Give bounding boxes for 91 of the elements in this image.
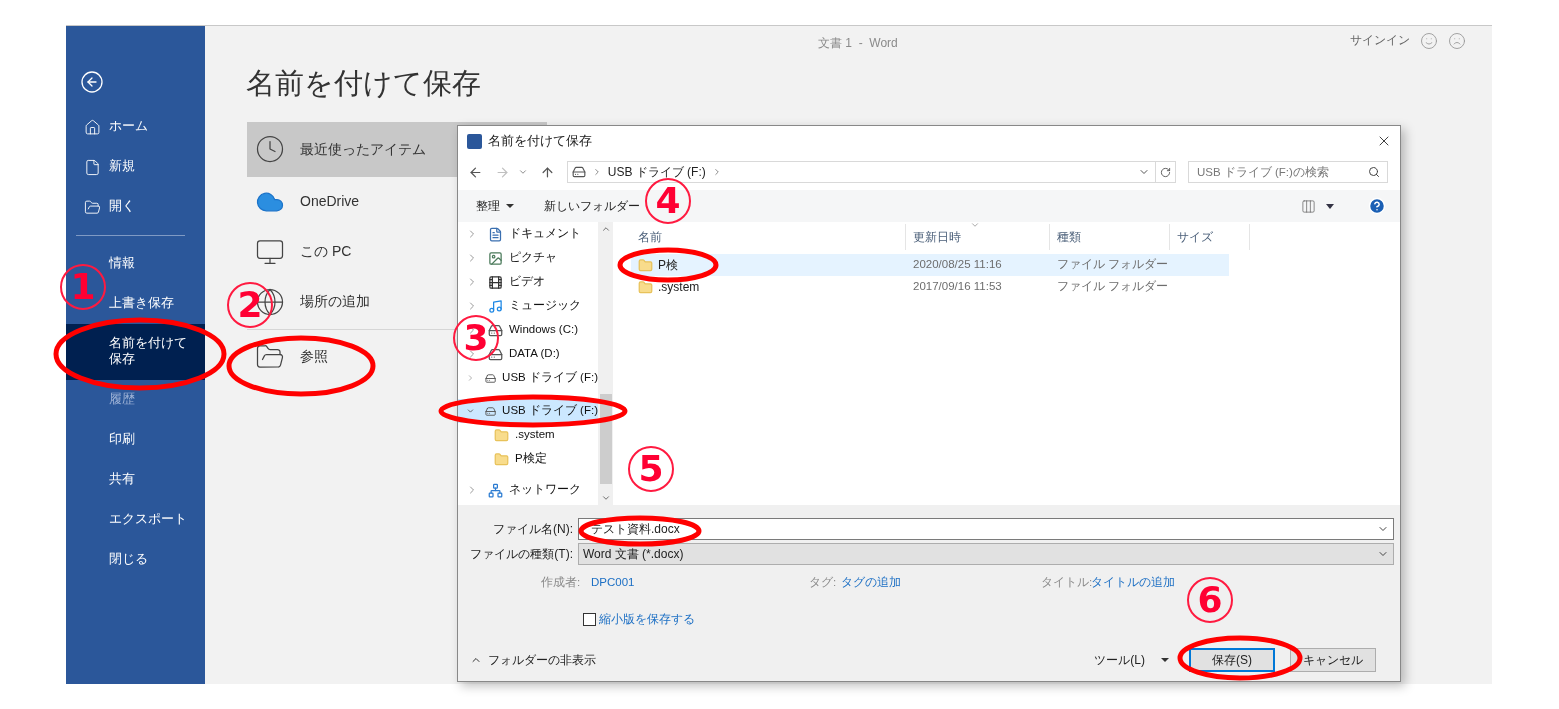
caret-icon[interactable] (1326, 203, 1334, 209)
file-icon (84, 158, 101, 176)
file-row[interactable]: .system 2017/09/16 11:53 ファイル フォルダー (631, 276, 1229, 298)
column-header[interactable]: 種類 (1050, 224, 1170, 250)
file-name-label: ファイル名(N): (492, 521, 574, 538)
folder-icon (638, 279, 653, 295)
file-type: ファイル フォルダー (1056, 279, 1170, 295)
property-label: タイトル: (1041, 575, 1091, 590)
drive-icon (488, 346, 503, 362)
sidebar-item[interactable]: 印刷 (109, 432, 135, 448)
nav-item[interactable]: ピクチャ (509, 249, 557, 267)
sidebar-item[interactable]: エクスポート (109, 512, 187, 528)
property-label: タグ: (809, 575, 838, 590)
step-number: 1 (60, 264, 106, 310)
property-value[interactable]: タグの追加 (841, 574, 1041, 592)
checkbox[interactable] (583, 612, 596, 626)
search-icon (1368, 166, 1380, 178)
sidebar-item[interactable]: ホーム (109, 119, 148, 135)
sidebar-item[interactable]: 共有 (109, 472, 135, 488)
sign-in-link[interactable]: サインイン (1350, 32, 1410, 50)
smiley-icon[interactable] (1420, 32, 1438, 50)
home-icon (84, 118, 101, 136)
frown-icon[interactable] (1448, 32, 1466, 50)
address-bar[interactable]: USB ドライブ (F:) (566, 161, 1176, 183)
document-title: 文書 1 - Word (818, 35, 898, 52)
nav-item[interactable]: ネットワーク (509, 481, 581, 499)
sidebar-item[interactable]: 新規 (109, 159, 135, 175)
picture-icon (488, 250, 503, 266)
file-name-field[interactable]: テスト資料.docx (578, 518, 1394, 540)
file-type-select[interactable]: Word 文書 (*.docx) (578, 543, 1394, 565)
back-icon[interactable] (468, 164, 483, 180)
sidebar-item[interactable]: 上書き保存 (109, 296, 174, 312)
dialog-button[interactable]: キャンセル (1290, 648, 1376, 673)
up-icon[interactable] (539, 164, 555, 180)
step-number: 4 (645, 178, 691, 224)
sidebar-item[interactable]: 名前を付けて保存 (66, 324, 205, 380)
scroll-down-icon[interactable] (600, 493, 611, 503)
modified-date: 2020/08/25 11:16 (912, 257, 1003, 273)
caret-icon (506, 204, 514, 208)
nav-item[interactable]: .system (515, 426, 555, 444)
sidebar-item[interactable]: 開く (109, 199, 135, 215)
step-number: 5 (628, 446, 674, 492)
document-icon (488, 226, 503, 242)
view-options-icon[interactable] (1301, 198, 1316, 214)
organize-menu[interactable]: 整理 (476, 197, 514, 215)
folder-icon (494, 451, 509, 467)
property-value[interactable]: DPC001 (591, 574, 809, 592)
hide-folders-toggle[interactable]: フォルダーの非表示 (470, 651, 596, 670)
scroll-up-icon[interactable] (600, 224, 611, 234)
modified-date: 2017/09/16 11:53 (912, 279, 1003, 295)
step-number: 6 (1187, 577, 1233, 623)
nav-item[interactable]: ドキュメント (509, 225, 581, 243)
sort-icon (970, 220, 980, 230)
scrollbar[interactable] (598, 222, 613, 505)
clock-icon (255, 134, 285, 164)
column-header[interactable]: サイズ (1170, 224, 1250, 250)
search-field[interactable]: USB ドライブ (F:)の検索 (1187, 161, 1388, 183)
property-value[interactable]: タイトルの追加 (1091, 574, 1175, 592)
nav-item[interactable]: P検定 (515, 450, 547, 468)
file-name: P検 (658, 257, 678, 274)
music-note-icon (488, 298, 503, 314)
folder-icon (494, 427, 509, 443)
sidebar-item[interactable]: 情報 (109, 256, 135, 272)
column-header[interactable]: 名前 (631, 224, 906, 250)
file-type: ファイル フォルダー (1056, 257, 1170, 273)
file-name: .system (658, 279, 700, 296)
sidebar-item[interactable]: 閉じる (109, 552, 148, 568)
drive-icon (488, 322, 503, 338)
property-label: 作成者: (541, 575, 582, 590)
network-icon (488, 482, 503, 498)
refresh-icon (1159, 166, 1171, 178)
drive-icon (571, 165, 586, 179)
checkbox-label[interactable]: 縮小版を保存する (599, 610, 695, 629)
back-icon[interactable] (80, 70, 104, 94)
file-row[interactable]: P検 2020/08/25 11:16 ファイル フォルダー (631, 254, 1229, 276)
tools-menu[interactable]: ツール(L) (1094, 651, 1169, 670)
step-number: 3 (453, 315, 499, 361)
forward-icon[interactable] (494, 164, 510, 180)
column-header[interactable]: 更新日時 (906, 224, 1050, 250)
film-icon (488, 274, 503, 290)
file-type-label: ファイルの種類(T): (469, 546, 574, 563)
nav-item[interactable]: ビデオ (509, 273, 545, 291)
caret-icon (1161, 658, 1169, 663)
folder-icon (638, 257, 653, 273)
step-number: 2 (227, 282, 273, 328)
page-title: 名前を付けて保存 (246, 66, 482, 101)
recent-locations-icon[interactable] (517, 167, 528, 177)
new-folder-button[interactable]: 新しいフォルダー (544, 197, 640, 215)
dialog-button[interactable]: 保存(S) (1189, 648, 1275, 673)
folder-open-icon (84, 198, 101, 216)
help-icon[interactable] (1368, 197, 1386, 215)
